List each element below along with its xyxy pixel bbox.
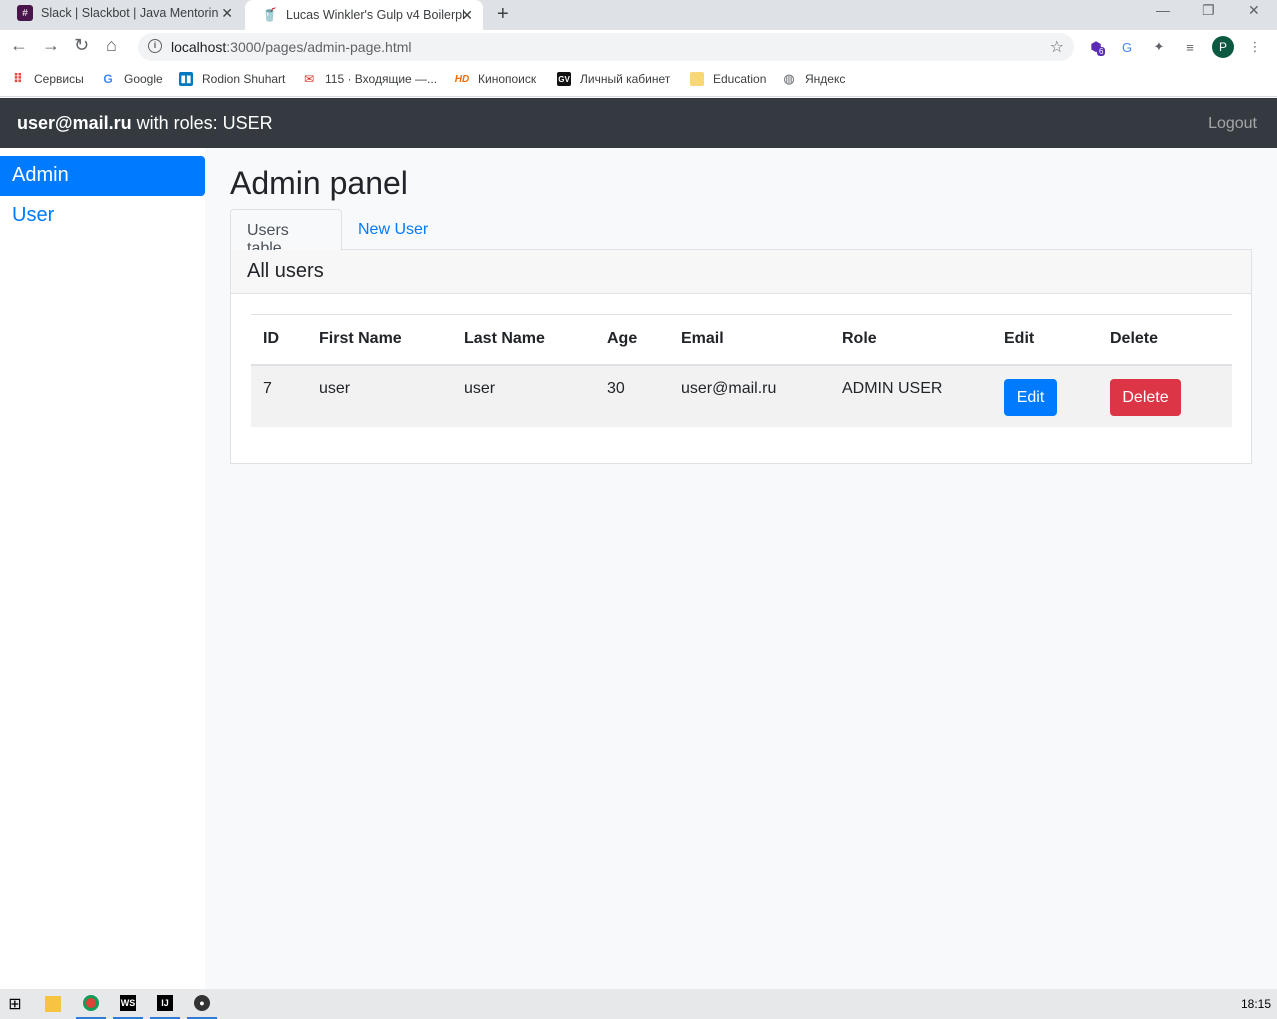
delete-button[interactable]: Delete [1110, 378, 1181, 416]
bookmark-label: Google [124, 72, 163, 86]
bookmark-item[interactable]: HD Кинопоиск [455, 72, 536, 86]
browser-tab-title: Lucas Winkler's Gulp v4 Boilerplate [286, 8, 464, 22]
users-table: ID First Name Last Name Age Email Role E… [251, 314, 1232, 427]
extension-hexagon-icon[interactable]: ⬢ 6 [1087, 38, 1106, 56]
new-tab-plus-icon[interactable]: + [497, 3, 509, 26]
bookmark-item[interactable]: ▮▮ Rodion Shuhart [179, 72, 285, 86]
globe-icon: ◍ [783, 71, 795, 86]
bookmark-item[interactable]: ◍ Яндекс [782, 71, 846, 86]
folder-icon [690, 72, 704, 86]
browser-tab-title: Slack | Slackbot | Java Mentoring [41, 6, 219, 20]
kebab-menu-icon[interactable]: ⋮ [1246, 38, 1264, 56]
webstorm-icon[interactable]: WS [113, 989, 143, 1019]
address-bar[interactable]: i localhost:3000/pages/admin-page.html ☆ [138, 33, 1074, 61]
page-title: Admin panel [230, 165, 408, 201]
sidebar-item-user[interactable]: User [0, 196, 205, 236]
trello-icon: ▮▮ [179, 72, 193, 86]
tab-new-user[interactable]: New User [342, 209, 444, 251]
sidebar: Admin User [0, 148, 205, 989]
column-header-email: Email [669, 314, 830, 366]
browser-tab-strip: # Slack | Slackbot | Java Mentoring ✕ 🥤 … [0, 0, 1277, 30]
bookmark-label: Кинопоиск [478, 72, 537, 86]
user-roles: with roles: USER [131, 113, 273, 133]
browser-toolbar: ← → ↻ ⌂ i localhost:3000/pages/admin-pag… [0, 30, 1277, 64]
bookmark-item[interactable]: G Google [101, 72, 163, 86]
minimize-icon[interactable]: — [1156, 2, 1170, 18]
bookmark-item[interactable]: ⠿ Сервисы [11, 71, 84, 86]
intellij-icon[interactable]: IJ [150, 989, 180, 1019]
column-header-first-name: First Name [307, 314, 452, 366]
chrome-icon[interactable] [76, 989, 106, 1019]
cell-first-name: user [307, 364, 452, 427]
bookmark-label: Сервисы [34, 72, 84, 86]
cell-last-name: user [452, 364, 595, 427]
bookmark-label: Rodion Shuhart [202, 72, 286, 86]
os-taskbar: ⊞ WS IJ ● 18:15 [0, 989, 1277, 1019]
hd-icon: HD [454, 73, 470, 85]
cell-role: ADMIN USER [830, 364, 992, 427]
restore-icon[interactable]: ❐ [1202, 2, 1215, 19]
windows-start-icon[interactable]: ⊞ [0, 989, 30, 1019]
cell-delete: Delete [1098, 364, 1232, 427]
table-row: 7 user user 30 user@mail.ru ADMIN USER E… [251, 364, 1232, 427]
bookmark-item[interactable]: GV Личный кабинет [557, 72, 670, 86]
forward-arrow-icon[interactable]: → [42, 35, 60, 56]
column-header-id: ID [251, 314, 307, 366]
column-header-age: Age [595, 314, 669, 366]
column-header-edit: Edit [992, 314, 1098, 366]
column-header-last-name: Last Name [452, 314, 595, 366]
gv-icon: GV [557, 72, 571, 86]
table-header-row: ID First Name Last Name Age Email Role E… [251, 314, 1232, 366]
bookmark-star-icon[interactable]: ☆ [1050, 37, 1064, 57]
browser-tab-gulp[interactable]: 🥤 Lucas Winkler's Gulp v4 Boilerplate ✕ [245, 0, 483, 30]
back-arrow-icon[interactable]: ← [10, 35, 28, 56]
bookmark-label: Личный кабинет [580, 72, 671, 86]
profile-avatar[interactable]: P [1212, 36, 1234, 58]
window-close-icon[interactable]: ✕ [1248, 2, 1260, 19]
column-header-role: Role [830, 314, 992, 366]
cell-email: user@mail.ru [669, 364, 830, 427]
users-table-wrapper: ID First Name Last Name Age Email Role E… [251, 314, 1232, 427]
system-clock: 18:15 [1240, 997, 1271, 1011]
top-navbar: user@mail.ru with roles: USER Logout [0, 98, 1277, 148]
bookmark-item[interactable]: Education [690, 72, 766, 86]
edit-button[interactable]: Edit [1004, 378, 1057, 416]
users-card: All users ID First Name Last Name Age Em… [230, 250, 1252, 464]
cell-edit: Edit [992, 364, 1098, 427]
close-icon[interactable]: ✕ [221, 5, 233, 22]
gulp-icon: 🥤 [261, 7, 279, 23]
logout-link[interactable]: Logout [1208, 115, 1257, 133]
bookmarks-bar: ⠿ Сервисы G Google ▮▮ Rodion Shuhart ✉ 1… [0, 64, 1277, 97]
bookmark-label: Яндекс [805, 72, 846, 86]
app-panda-icon[interactable]: ● [187, 989, 217, 1019]
card-header: All users [231, 250, 1251, 294]
apps-grid-icon: ⠿ [12, 71, 24, 86]
close-icon[interactable]: ✕ [461, 7, 473, 24]
reload-icon[interactable]: ↻ [74, 35, 89, 56]
bookmark-label: 115 · Входящие —... [325, 72, 438, 86]
translate-icon[interactable]: G [1118, 38, 1136, 56]
site-info-icon[interactable]: i [148, 39, 162, 53]
google-icon: G [103, 72, 113, 86]
home-icon[interactable]: ⌂ [106, 35, 117, 56]
current-user-info: user@mail.ru with roles: USER [17, 113, 273, 134]
file-explorer-icon[interactable] [38, 989, 68, 1019]
user-email: user@mail.ru [17, 113, 132, 133]
bookmark-label: Education [713, 72, 767, 86]
media-queue-icon[interactable]: ≡ [1181, 38, 1199, 56]
bookmark-item[interactable]: ✉ 115 · Входящие —... [302, 72, 437, 86]
column-header-delete: Delete [1098, 314, 1232, 366]
sidebar-item-admin[interactable]: Admin [0, 156, 205, 196]
cell-id: 7 [251, 364, 307, 427]
slack-icon: # [17, 5, 33, 21]
puzzle-extensions-icon[interactable]: ✦ [1150, 38, 1168, 56]
tab-users-table[interactable]: Users table [230, 209, 342, 257]
tab-bar: Users table New User [230, 209, 1252, 257]
mail-icon: ✉ [303, 72, 315, 86]
cell-age: 30 [595, 364, 669, 427]
url-text: localhost:3000/pages/admin-page.html [171, 39, 412, 55]
browser-tab-slack[interactable]: # Slack | Slackbot | Java Mentoring ✕ [0, 0, 243, 26]
